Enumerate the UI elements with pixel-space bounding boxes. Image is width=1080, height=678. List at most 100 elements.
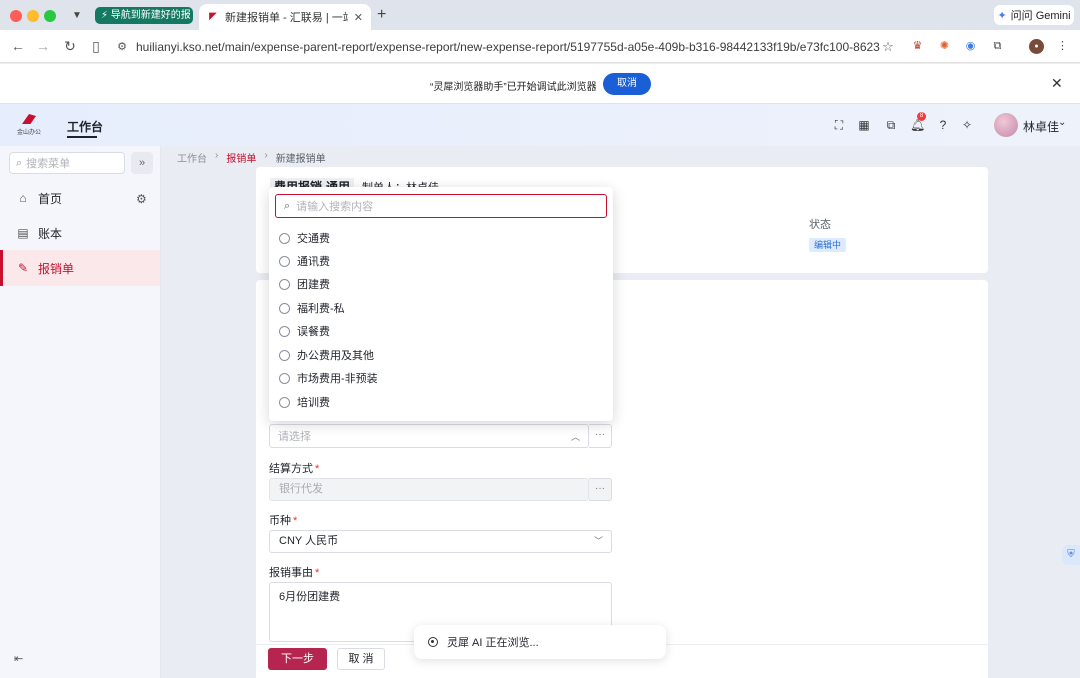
sidebar-toggle-icon[interactable]: ▯ — [87, 37, 105, 55]
help-icon[interactable]: ? — [936, 118, 950, 132]
home-icon: ⌂ — [19, 191, 27, 205]
logo-text: 金山办公 — [16, 130, 41, 136]
sidebar: ⌕ 搜索菜单 » ⌂ 首页 ⚙ ▤ 账本 ✎ 报销单 ⇤ — [0, 146, 161, 678]
dropdown-option[interactable]: 误餐费 — [279, 322, 330, 340]
ledger-icon: ▤ — [17, 226, 29, 240]
shield-icon[interactable]: ⛨ — [1062, 545, 1080, 565]
option-label: 误餐费 — [297, 326, 330, 338]
ai-browsing-toast: 灵犀 AI 正在浏览... — [414, 625, 666, 659]
dropdown-option[interactable]: 福利费-私 — [279, 299, 345, 317]
infobar-close-icon[interactable]: ✕ — [1051, 75, 1063, 92]
tab-search-chevron-icon[interactable]: ▼ — [66, 6, 88, 24]
radio-icon — [279, 278, 290, 290]
radio-icon — [279, 325, 290, 337]
sidebar-item-label: 首页 — [38, 191, 63, 206]
radio-icon — [279, 349, 290, 361]
radio-icon — [279, 396, 290, 408]
url-field[interactable]: ⚙ huilianyi.kso.net/main/expense-parent-… — [114, 35, 896, 58]
avatar[interactable] — [994, 113, 1018, 137]
required-mark: * — [293, 515, 298, 527]
breadcrumb-expense-report[interactable]: 报销单 — [226, 150, 256, 165]
chevron-up-icon: ︿ — [570, 431, 580, 442]
company-logo[interactable]: 金山办公 — [14, 114, 44, 138]
apps-grid-icon[interactable]: ▦ — [857, 118, 871, 132]
reason-label-text: 报销事由 — [269, 567, 313, 579]
sidebar-item-expense-report[interactable]: ✎ 报销单 — [0, 250, 160, 286]
address-bar: ← → ↻ ▯ ⚙ huilianyi.kso.net/main/expense… — [0, 30, 1080, 63]
expense-type-select[interactable]: 请选择 ︿ — [269, 424, 589, 448]
radio-icon — [279, 232, 290, 244]
extension-circle-icon[interactable]: ◉ — [963, 39, 978, 54]
debug-infobar: “灵犀浏览器助手”已开始调试此浏览器 取消 ✕ — [0, 64, 1080, 104]
option-label: 市场费用-非预装 — [297, 373, 378, 385]
option-label: 通讯费 — [297, 256, 330, 268]
forward-arrow-icon[interactable]: → — [34, 37, 52, 55]
gemini-button[interactable]: ✦ 问问 Gemini — [994, 5, 1074, 25]
currency-label-text: 币种 — [269, 515, 291, 527]
active-tab[interactable]: ◤ 新建报销单 - 汇联易 | 一站式费 ✕ — [199, 4, 371, 30]
dropdown-option[interactable]: 培训费 — [279, 393, 330, 411]
settlement-more-button[interactable]: ··· — [589, 478, 612, 501]
settlement-label: 结算方式 * — [269, 460, 319, 476]
chevron-down-icon[interactable]: ⌄ — [1058, 117, 1066, 128]
gear-icon[interactable]: ⚙ — [136, 192, 147, 206]
window-close-button[interactable] — [10, 10, 22, 22]
site-info-icon[interactable]: ⚙ — [114, 40, 130, 53]
collapse-sidebar-icon[interactable]: ⇤ — [14, 652, 23, 665]
bookmark-star-icon[interactable]: ☆ — [880, 39, 896, 55]
browser-tab-bar: ▼ ⚡ 导航到新建好的报 ◤ 新建报销单 - 汇联易 | 一站式费 ✕ + ✦ … — [0, 0, 1080, 30]
huilianyi-favicon-icon: ◤ — [209, 11, 217, 22]
profile-avatar-icon[interactable]: ● — [1029, 39, 1044, 54]
option-label: 交通费 — [297, 233, 330, 245]
ai-toast-message: 灵犀 AI 正在浏览... — [447, 637, 539, 649]
gemini-label: 问问 Gemini — [1010, 10, 1071, 22]
breadcrumb: 工作台 › 报销单 › 新建报销单 — [177, 150, 326, 165]
window-minimize-button[interactable] — [27, 10, 39, 22]
back-arrow-icon[interactable]: ← — [9, 37, 27, 55]
dropdown-option[interactable]: 办公费用及其他 — [279, 346, 374, 364]
sidebar-search-input[interactable]: ⌕ 搜索菜单 — [9, 152, 125, 174]
copy-window-icon[interactable]: ⧉ — [884, 118, 898, 132]
infobar-cancel-button[interactable]: 取消 — [603, 73, 651, 95]
sidebar-item-label: 账本 — [38, 226, 63, 241]
close-tab-icon[interactable]: ✕ — [354, 11, 363, 24]
dropdown-option[interactable]: 团建费 — [279, 275, 330, 293]
expense-type-dropdown: ⌕ 请输入搜索内容 交通费 通讯费 团建费 福利费-私 误餐费 办公费用及其他 … — [269, 187, 613, 421]
required-mark: * — [315, 567, 320, 579]
new-tab-icon[interactable]: + — [377, 6, 386, 24]
gemini-sparkle-icon: ✦ — [997, 9, 1007, 22]
breadcrumb-workbench[interactable]: 工作台 — [177, 150, 207, 165]
currency-label: 币种 * — [269, 512, 297, 528]
radio-icon — [279, 255, 290, 267]
dropdown-search-input[interactable]: ⌕ 请输入搜索内容 — [275, 194, 607, 218]
radio-icon — [279, 302, 290, 314]
notification-badge: 8 — [917, 112, 926, 121]
browser-menu-icon[interactable]: ⋮ — [1055, 39, 1070, 54]
chevron-down-icon: ﹀ — [593, 536, 603, 546]
reload-icon[interactable]: ↻ — [61, 37, 79, 55]
dropdown-option[interactable]: 市场费用-非预装 — [279, 369, 378, 387]
app-header: 金山办公 工作台 ⛶ ▦ ⧉ 🔔︎ 8 ? ✧ 林卓佳 ⌄ — [0, 104, 1080, 146]
sidebar-expand-button[interactable]: » — [131, 152, 153, 174]
fullscreen-icon[interactable]: ⛶ — [832, 118, 846, 132]
ai-assistant-icon[interactable]: ✧ — [960, 118, 974, 132]
currency-select[interactable]: CNY 人民币 ﹀ — [269, 530, 612, 553]
settlement-field: 银行代发 — [269, 478, 589, 501]
dropdown-option[interactable]: 交通费 — [279, 229, 330, 247]
currency-value: CNY 人民币 — [279, 535, 339, 547]
extension-burst-icon[interactable]: ✺ — [937, 39, 952, 54]
option-label: 团建费 — [297, 279, 330, 291]
username[interactable]: 林卓佳 — [1023, 118, 1059, 135]
dropdown-option[interactable]: 通讯费 — [279, 252, 330, 270]
workbench-nav[interactable]: 工作台 — [67, 118, 103, 135]
sidebar-search-placeholder: 搜索菜单 — [26, 158, 71, 170]
expense-type-more-button[interactable]: ··· — [589, 424, 612, 448]
sidebar-item-ledger[interactable]: ▤ 账本 — [0, 215, 160, 251]
next-step-button[interactable]: 下一步 — [268, 648, 327, 670]
logo-mark-icon — [22, 114, 36, 124]
window-maximize-button[interactable] — [44, 10, 56, 22]
extension-trophy-icon[interactable]: ♛ — [910, 39, 925, 54]
tab-group-chip[interactable]: ⚡ 导航到新建好的报 — [95, 7, 193, 24]
extensions-puzzle-icon[interactable]: ⧉ — [990, 39, 1005, 54]
cancel-button[interactable]: 取 消 — [337, 648, 385, 670]
